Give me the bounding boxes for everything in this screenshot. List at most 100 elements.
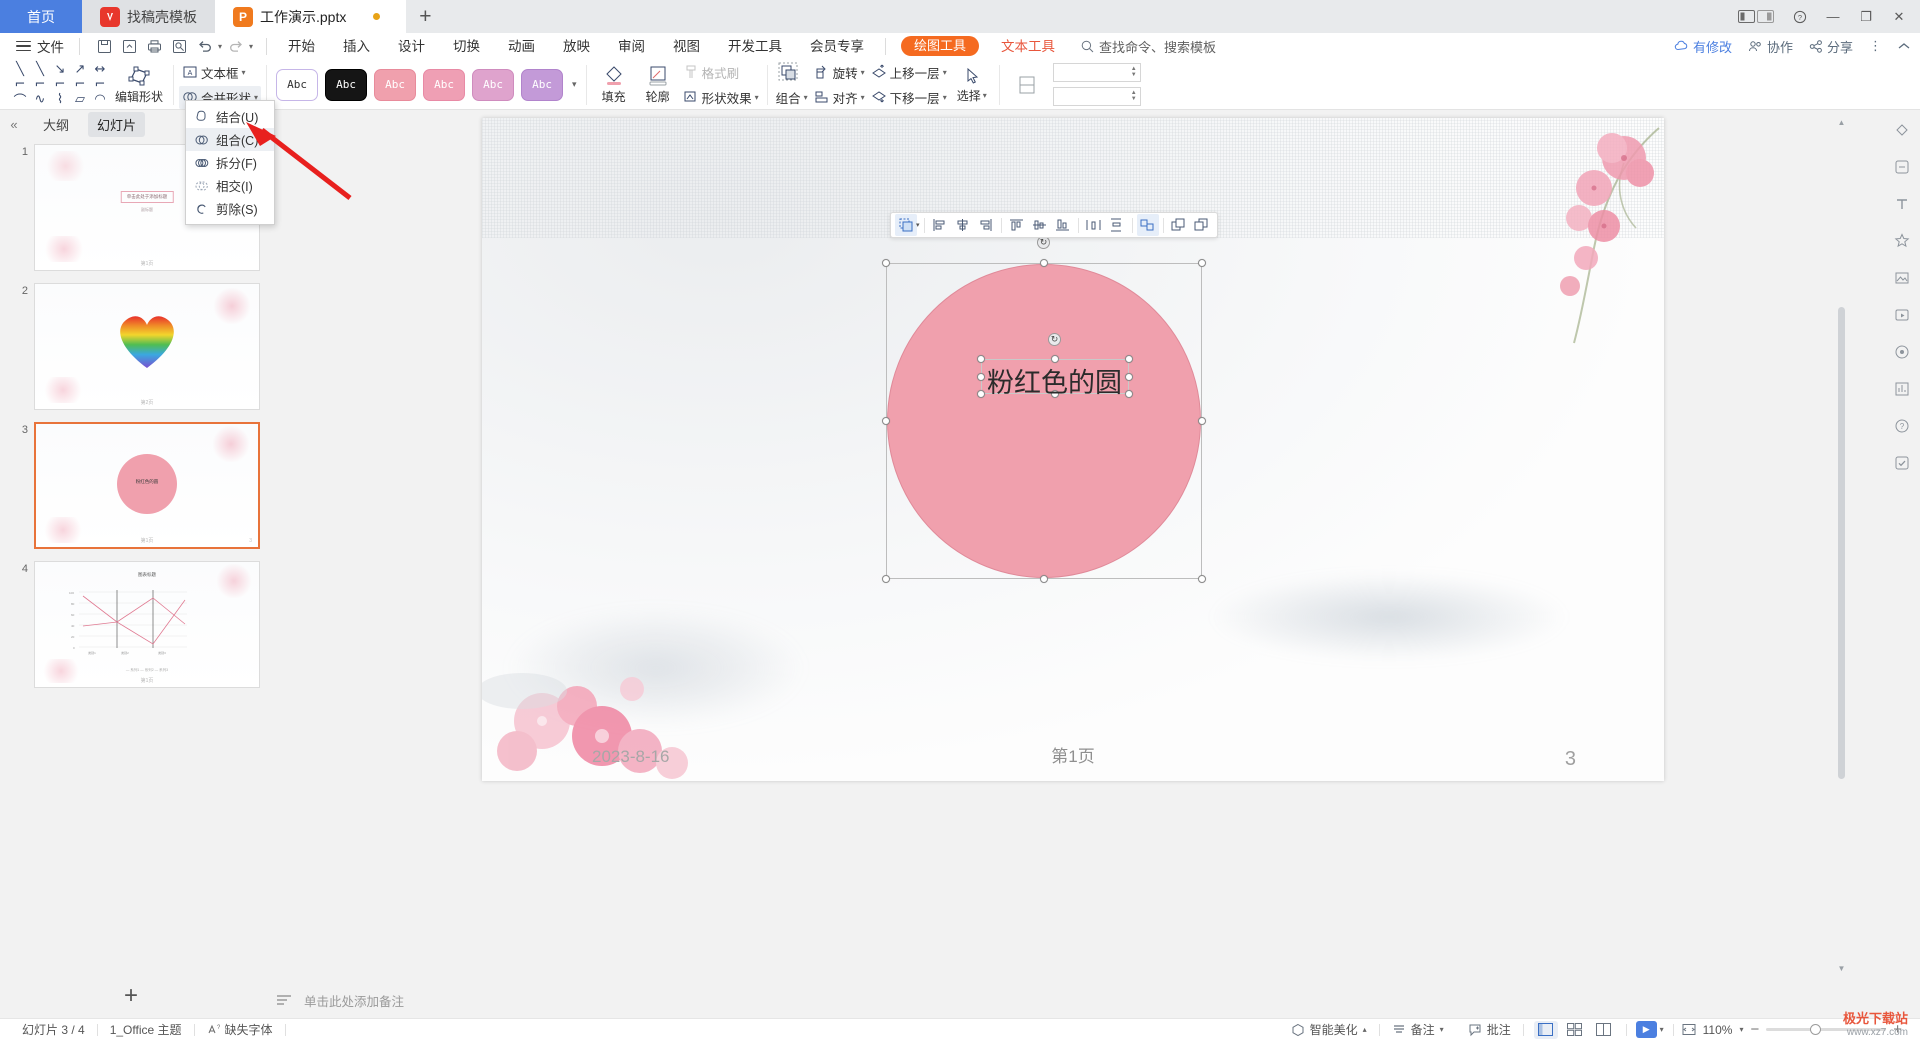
play-slideshow-button[interactable]: ▶ [1635, 1021, 1657, 1038]
print-icon[interactable] [143, 35, 166, 57]
line-shape-15[interactable]: ◠ [90, 92, 110, 107]
ribbon-tab-start[interactable]: 开始 [274, 33, 329, 60]
ribbon-tab-member[interactable]: 会员专享 [796, 33, 878, 60]
shape-handle-tl[interactable] [882, 259, 890, 267]
align-top-icon[interactable] [1006, 214, 1028, 236]
line-shape-10[interactable]: ⌐ [90, 77, 110, 92]
shape-style-more-button[interactable]: ▾ [572, 69, 577, 101]
chevron-down-icon[interactable]: ▾ [916, 221, 920, 229]
send-backward-icon[interactable] [1191, 214, 1213, 236]
effects-icon[interactable] [1889, 229, 1915, 253]
chevron-down-icon[interactable]: ▾ [1440, 1025, 1444, 1034]
textbox-handle-tr[interactable] [1125, 355, 1133, 363]
close-button[interactable]: ✕ [1884, 4, 1914, 30]
media-icon[interactable] [1889, 303, 1915, 327]
shape-handle-bc[interactable] [1040, 575, 1048, 583]
menu-item-subtract[interactable]: 剪除(S) [186, 197, 274, 220]
textbox-rotate-handle[interactable]: ↻ [1048, 333, 1061, 346]
shape-handle-br[interactable] [1198, 575, 1206, 583]
chevron-up-icon[interactable]: ▴ [1363, 1025, 1367, 1034]
shape-text-label[interactable]: 粉红色的圆 [987, 361, 1122, 400]
chevron-down-icon[interactable]: ▾ [755, 93, 759, 102]
scroll-down-arrow[interactable]: ▼ [1837, 964, 1846, 976]
line-shape-11[interactable]: ⌒ [10, 92, 30, 109]
outline-button[interactable]: 轮廓 [636, 62, 680, 108]
ribbon-tab-transition[interactable]: 切换 [439, 33, 494, 60]
panel-tab-slides[interactable]: 幻灯片 [88, 111, 146, 137]
shape-effect-button[interactable]: 形状效果 ▾ [680, 86, 762, 109]
modified-status[interactable]: 有修改 [1674, 37, 1732, 56]
undo-caret-icon[interactable]: ▾ [218, 42, 222, 51]
collaborate-button[interactable]: 协作 [1748, 37, 1793, 56]
height-spinner[interactable]: ▲ ▼ [1131, 66, 1137, 78]
scroll-up-arrow[interactable]: ▲ [1837, 118, 1846, 130]
check-icon[interactable] [1889, 451, 1915, 475]
zoom-fit-icon[interactable] [1682, 1023, 1696, 1036]
line-shape-12[interactable]: ∿ [30, 92, 50, 107]
distribute-h-icon[interactable] [1083, 214, 1105, 236]
group-icon[interactable] [1136, 214, 1159, 236]
shape-handle-tr[interactable] [1198, 259, 1206, 267]
maximize-button[interactable]: ❐ [1851, 4, 1881, 30]
thumbnail-row[interactable]: 4 图表标题 100 80 60 40 20 0 类别1 类别2 类别3 — 系… [16, 561, 262, 688]
chart-icon[interactable] [1889, 377, 1915, 401]
align-right-icon[interactable] [975, 214, 997, 236]
ribbon-tab-drawing-tools[interactable]: 绘图工具 [901, 36, 980, 56]
textbox-handle-ml[interactable] [977, 373, 985, 381]
select-button[interactable]: 选择 ▾ [950, 62, 994, 108]
tab-home[interactable]: 首页 [0, 0, 82, 33]
ribbon-tab-insert[interactable]: 插入 [329, 33, 384, 60]
shape-style-4[interactable]: Abc [423, 68, 466, 101]
thumbnail-slide-3[interactable]: 粉红色的圆 第1页 3 [34, 422, 260, 549]
shape-width-input[interactable]: ▲ ▼ [1052, 87, 1141, 106]
shape-style-2[interactable]: Abc [325, 68, 368, 101]
notes-pane[interactable]: 单击此处添加备注 [262, 982, 1884, 1018]
ribbon-overflow-button[interactable]: ⋮ [1869, 38, 1882, 54]
save-icon[interactable] [93, 35, 116, 57]
zoom-level-label[interactable]: 110% [1703, 1023, 1733, 1037]
shape-handle-tc[interactable] [1040, 259, 1048, 267]
slide-sorter-icon[interactable] [1563, 1021, 1587, 1039]
chevron-down-icon[interactable]: ▾ [1739, 1025, 1743, 1034]
scrollbar-thumb[interactable] [1838, 306, 1845, 779]
slide-canvas[interactable]: ↻ ↻ 粉红色的圆 ▾ 2023-8-16 第1页 3 [482, 118, 1664, 781]
chevron-down-icon[interactable]: ▾ [1660, 1025, 1664, 1034]
print-preview-icon[interactable] [168, 35, 191, 57]
file-menu-button[interactable]: 文件 [8, 36, 72, 56]
size-icon-button[interactable] [1005, 62, 1049, 108]
comment-button[interactable]: 批注 [1456, 1021, 1523, 1038]
tab-template-search[interactable]: 找稿壳模板 [82, 0, 215, 33]
shape-fill-icon[interactable] [1889, 118, 1915, 142]
ribbon-tab-slideshow[interactable]: 放映 [549, 33, 604, 60]
chevron-down-icon[interactable]: ▾ [242, 68, 246, 77]
search-command-box[interactable]: 查找命令、搜索模板 [1081, 37, 1216, 56]
align-left-icon[interactable] [929, 214, 951, 236]
smart-beautify-button[interactable]: 智能美化 ▴ [1279, 1021, 1379, 1038]
chevron-down-icon[interactable]: ▾ [983, 91, 987, 100]
theme-status[interactable]: 1_Office 主题 [98, 1021, 194, 1038]
chevron-down-icon[interactable]: ▾ [943, 68, 947, 77]
zoom-slider-knob[interactable] [1810, 1024, 1822, 1035]
redo-icon[interactable] [224, 35, 247, 57]
line-shape-2[interactable]: ╲ [30, 62, 50, 77]
add-slide-button[interactable]: + [0, 974, 262, 1018]
save-as-icon[interactable] [118, 35, 141, 57]
text-box-button[interactable]: A 文本框 ▾ [179, 61, 261, 84]
line-shape-1[interactable]: ╲ [10, 62, 30, 77]
ribbon-tab-view[interactable]: 视图 [659, 33, 714, 60]
text-style-icon[interactable] [1889, 192, 1915, 216]
edit-shape-button[interactable]: 编辑形状 [110, 62, 168, 108]
rotate-button[interactable]: 旋转 ▾ [811, 61, 868, 84]
align-button[interactable]: 对齐 ▾ [811, 86, 868, 109]
panel-tab-outline[interactable]: 大纲 [34, 112, 78, 137]
distribute-v-icon[interactable] [1106, 214, 1128, 236]
group-shapes-icon[interactable] [895, 214, 917, 236]
line-shape-5[interactable]: ↔ [90, 62, 110, 77]
line-shape-8[interactable]: ⌐ [50, 77, 70, 92]
group-button[interactable]: 组合 ▾ [773, 86, 811, 109]
normal-view-icon[interactable] [1533, 1020, 1558, 1039]
thumbnail-slide-4[interactable]: 图表标题 100 80 60 40 20 0 类别1 类别2 类别3 — 系列1… [34, 561, 260, 688]
tab-presentation-file[interactable]: P 工作演示.pptx [215, 0, 407, 33]
zoom-out-button[interactable]: − [1750, 1021, 1759, 1038]
notes-toggle-button[interactable]: 备注 ▾ [1380, 1021, 1456, 1038]
